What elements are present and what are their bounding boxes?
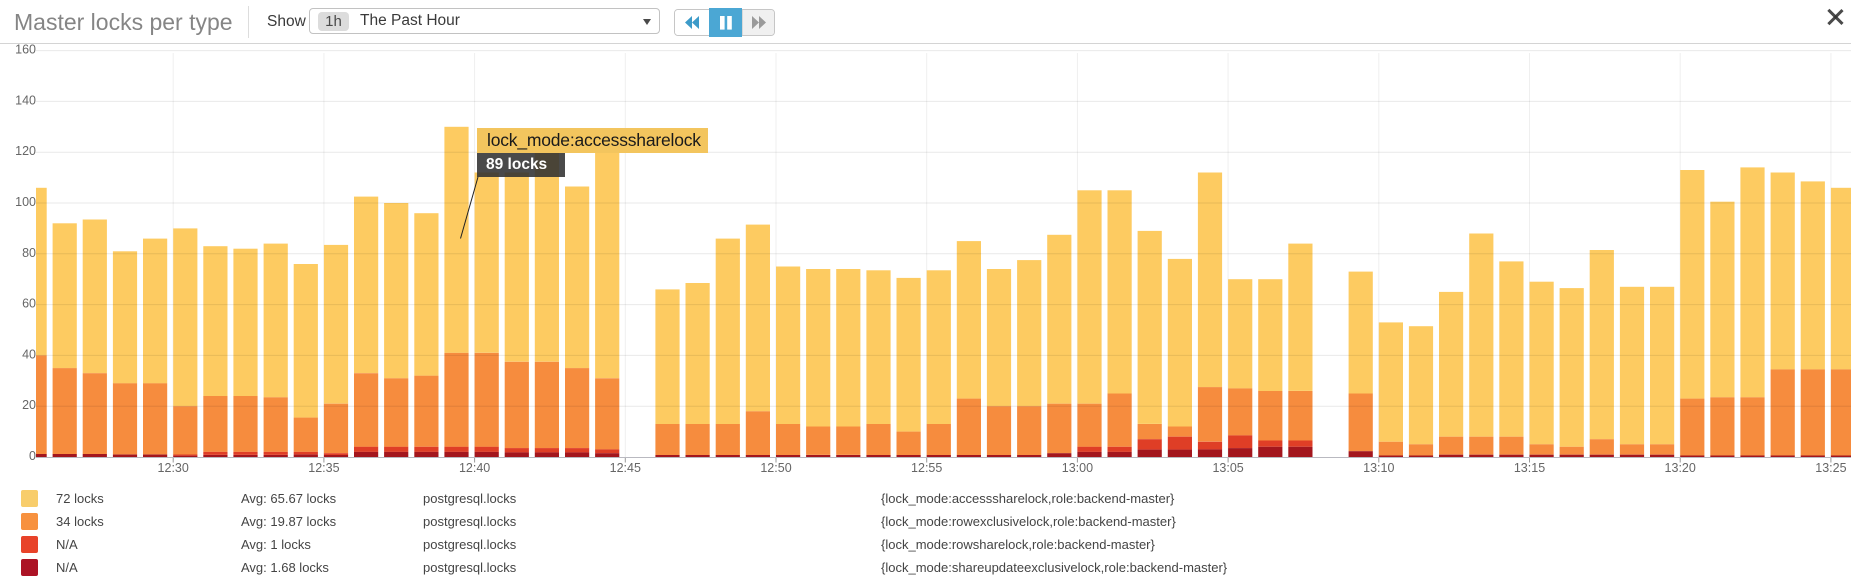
svg-text:12:50: 12:50 (760, 461, 791, 475)
svg-text:13:05: 13:05 (1212, 461, 1243, 475)
svg-text:13:00: 13:00 (1062, 461, 1093, 475)
svg-text:80: 80 (22, 246, 36, 260)
svg-text:140: 140 (15, 93, 36, 107)
svg-text:12:45: 12:45 (610, 461, 641, 475)
svg-text:13:15: 13:15 (1514, 461, 1545, 475)
svg-text:160: 160 (15, 43, 36, 57)
svg-text:40: 40 (22, 347, 36, 361)
svg-text:12:55: 12:55 (911, 461, 942, 475)
svg-text:120: 120 (15, 144, 36, 158)
svg-text:13:10: 13:10 (1363, 461, 1394, 475)
svg-text:13:25: 13:25 (1815, 461, 1846, 475)
svg-text:12:30: 12:30 (158, 461, 189, 475)
svg-text:12:40: 12:40 (459, 461, 490, 475)
svg-text:13:20: 13:20 (1665, 461, 1696, 475)
svg-text:12:35: 12:35 (308, 461, 339, 475)
svg-text:0: 0 (29, 449, 36, 463)
svg-text:20: 20 (22, 398, 36, 412)
svg-text:100: 100 (15, 195, 36, 209)
svg-text:60: 60 (22, 297, 36, 311)
